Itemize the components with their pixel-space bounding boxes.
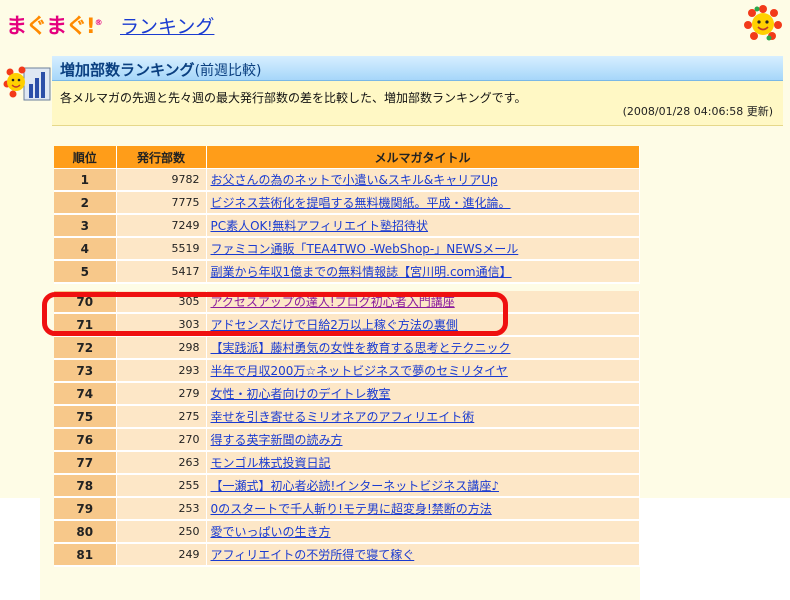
copies-cell: 298 [116, 336, 207, 360]
registered-mark: ® [94, 18, 103, 27]
magazine-title-link[interactable]: 女性・初心者向けのデイトレ教室 [211, 387, 391, 401]
rank-cell: 72 [54, 336, 117, 360]
table-row: 76 270 得する英字新聞の読み方 [54, 428, 640, 452]
logo-char-4: ぐ! [66, 14, 96, 38]
mag2-logo[interactable]: まぐまぐ!® [6, 10, 103, 40]
rank-cell: 75 [54, 405, 117, 429]
magazine-title-link[interactable]: 半年で月収200万☆ネットビジネスで夢のセミリタイヤ [211, 364, 508, 378]
header-title: メルマガタイトル [206, 146, 640, 169]
magazine-title-link[interactable]: 【実践派】藤村勇気の女性を教育する思考とテクニック [211, 341, 511, 355]
title-cell: 得する英字新聞の読み方 [206, 428, 640, 452]
table-row: 79 253 0のスタートで千人斬り!モテ男に超変身!禁断の方法 [54, 497, 640, 521]
title-cell: 【実践派】藤村勇気の女性を教育する思考とテクニック [206, 336, 640, 360]
rank-cell: 3 [54, 214, 117, 238]
copies-cell: 255 [116, 474, 207, 498]
magazine-title-link[interactable]: お父さんの為のネットで小遣い&スキル&キャリアUp [211, 173, 498, 187]
rank-cell: 4 [54, 237, 117, 261]
section-title-text: 増加部数ランキング [60, 61, 195, 79]
rank-cell: 80 [54, 520, 117, 544]
magazine-title-link[interactable]: 愛でいっぱいの生き方 [211, 525, 331, 539]
table-row: 72 298 【実践派】藤村勇気の女性を教育する思考とテクニック [54, 336, 640, 360]
table-row: 74 279 女性・初心者向けのデイトレ教室 [54, 382, 640, 406]
copies-cell: 7249 [116, 214, 207, 238]
title-cell: 女性・初心者向けのデイトレ教室 [206, 382, 640, 406]
title-cell: 愛でいっぱいの生き方 [206, 520, 640, 544]
logo-char-2: ぐ [26, 14, 47, 38]
rank-cell: 2 [54, 191, 117, 215]
gap-cell [54, 283, 639, 291]
title-cell: 0のスタートで千人斬り!モテ男に超変身!禁断の方法 [206, 497, 640, 521]
title-cell: ファミコン通販「TEA4TWO -WebShop-」NEWSメール [206, 237, 640, 261]
magazine-title-link[interactable]: ビジネス芸術化を提唱する無料機関紙。平成・進化論。 [211, 196, 511, 210]
copies-cell: 263 [116, 451, 207, 475]
section-title-suffix: (前週比較) [194, 63, 262, 79]
table-row: 5 5417 副業から年収1億までの無料情報誌【宮川明.com通信】 [54, 260, 640, 284]
sun-mascot-icon [744, 5, 782, 41]
title-cell: モンゴル株式投資日記 [206, 451, 640, 475]
rank-cell: 73 [54, 359, 117, 383]
table-row: 81 249 アフィリエイトの不労所得で寝て稼ぐ [54, 543, 640, 567]
logo-char-3: ま [46, 14, 67, 38]
ranking-chart-icon [3, 66, 51, 101]
title-cell: アフィリエイトの不労所得で寝て稼ぐ [206, 543, 640, 567]
magazine-title-link[interactable]: 0のスタートで千人斬り!モテ男に超変身!禁断の方法 [211, 502, 492, 516]
table-row: 77 263 モンゴル株式投資日記 [54, 451, 640, 475]
section-title-bar: 増加部数ランキング(前週比較) [52, 56, 783, 81]
rank-cell: 79 [54, 497, 117, 521]
copies-cell: 5417 [116, 260, 207, 284]
table-row: 1 9782 お父さんの為のネットで小遣い&スキル&キャリアUp [54, 168, 640, 192]
title-cell: 【一瀬式】初心者必読!インターネットビジネス講座♪ [206, 474, 640, 498]
copies-cell: 250 [116, 520, 207, 544]
copies-cell: 275 [116, 405, 207, 429]
copies-cell: 7775 [116, 191, 207, 215]
highlight-ring [42, 292, 508, 336]
copies-cell: 5519 [116, 237, 207, 261]
rank-cell: 5 [54, 260, 117, 284]
table-gap [54, 283, 639, 291]
copies-cell: 249 [116, 543, 207, 567]
rank-cell: 77 [54, 451, 117, 475]
updated-timestamp: (2008/01/28 04:06:58 更新) [622, 105, 773, 118]
table-row: 4 5519 ファミコン通販「TEA4TWO -WebShop-」NEWSメール [54, 237, 640, 261]
magazine-title-link[interactable]: 副業から年収1億までの無料情報誌【宮川明.com通信】 [211, 265, 512, 279]
copies-cell: 279 [116, 382, 207, 406]
magazine-title-link[interactable]: 【一瀬式】初心者必読!インターネットビジネス講座♪ [211, 479, 499, 493]
section-title: 増加部数ランキング(前週比較) [60, 59, 262, 80]
magazine-title-link[interactable]: アフィリエイトの不労所得で寝て稼ぐ [211, 548, 415, 562]
title-cell: ビジネス芸術化を提唱する無料機関紙。平成・進化論。 [206, 191, 640, 215]
table-row: 78 255 【一瀬式】初心者必読!インターネットビジネス講座♪ [54, 474, 640, 498]
table-row: 80 250 愛でいっぱいの生き方 [54, 520, 640, 544]
table-row: 73 293 半年で月収200万☆ネットビジネスで夢のセミリタイヤ [54, 359, 640, 383]
rank-cell: 76 [54, 428, 117, 452]
title-cell: 副業から年収1億までの無料情報誌【宮川明.com通信】 [206, 260, 640, 284]
magazine-title-link[interactable]: ファミコン通販「TEA4TWO -WebShop-」NEWSメール [211, 242, 519, 256]
title-cell: お父さんの為のネットで小遣い&スキル&キャリアUp [206, 168, 640, 192]
title-cell: 幸せを引き寄せるミリオネアのアフィリエイト術 [206, 405, 640, 429]
description-box: 各メルマガの先週と先々週の最大発行部数の差を比較した、増加部数ランキングです。 … [52, 81, 783, 126]
title-cell: PC素人OK!無料アフィリエイト塾招待状 [206, 214, 640, 238]
rank-cell: 78 [54, 474, 117, 498]
description-text: 各メルマガの先週と先々週の最大発行部数の差を比較した、増加部数ランキングです。 [60, 91, 527, 105]
header-copies: 発行部数 [116, 146, 207, 169]
header-rank: 順位 [54, 146, 117, 169]
magazine-title-link[interactable]: 幸せを引き寄せるミリオネアのアフィリエイト術 [211, 410, 475, 424]
rank-cell: 81 [54, 543, 117, 567]
copies-cell: 253 [116, 497, 207, 521]
copies-cell: 270 [116, 428, 207, 452]
title-cell: 半年で月収200万☆ネットビジネスで夢のセミリタイヤ [206, 359, 640, 383]
logo-char-1: ま [6, 14, 27, 38]
magazine-title-link[interactable]: モンゴル株式投資日記 [211, 456, 331, 470]
magazine-title-link[interactable]: 得する英字新聞の読み方 [211, 433, 343, 447]
ranking-table: 順位 発行部数 メルマガタイトル 1 9782 お父さんの為のネットで小遣い&スキル… [54, 146, 640, 567]
ranking-link[interactable]: ランキング [120, 12, 214, 39]
table-row: 2 7775 ビジネス芸術化を提唱する無料機関紙。平成・進化論。 [54, 191, 640, 215]
copies-cell: 9782 [116, 168, 207, 192]
table-row: 75 275 幸せを引き寄せるミリオネアのアフィリエイト術 [54, 405, 640, 429]
copies-cell: 293 [116, 359, 207, 383]
rank-cell: 1 [54, 168, 117, 192]
magazine-title-link[interactable]: PC素人OK!無料アフィリエイト塾招待状 [211, 219, 429, 233]
rank-cell: 74 [54, 382, 117, 406]
table-header-row: 順位 発行部数 メルマガタイトル [54, 146, 640, 169]
table-row: 3 7249 PC素人OK!無料アフィリエイト塾招待状 [54, 214, 640, 238]
